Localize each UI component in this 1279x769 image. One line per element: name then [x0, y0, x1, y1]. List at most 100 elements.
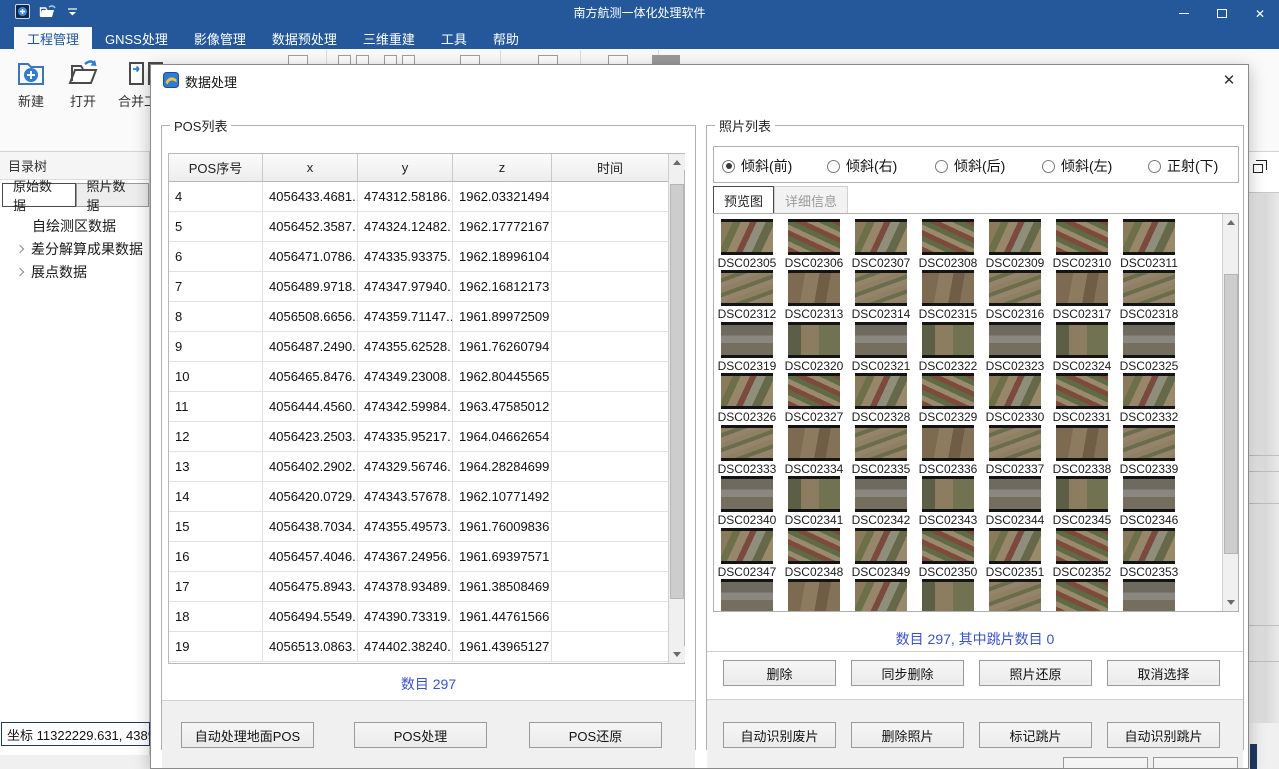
scroll-up-button[interactable]: [1223, 214, 1239, 230]
pos-table-row[interactable]: 64056471.0786...474335.93375...1962.1899…: [169, 242, 684, 272]
photo-cell[interactable]: DSC02346: [1117, 476, 1181, 527]
photo-thumbnail[interactable]: [989, 579, 1041, 612]
ribbon-tab-2[interactable]: GNSS处理: [92, 27, 181, 49]
tree-item-2[interactable]: 差分解算成果数据: [0, 237, 150, 260]
photo-cell[interactable]: DSC02353: [1117, 528, 1181, 579]
photo-cell[interactable]: DSC02332: [1117, 373, 1181, 424]
photo-cell-partial[interactable]: [983, 579, 1047, 612]
pos-button-3[interactable]: POS还原: [529, 722, 662, 748]
photo-thumbnail[interactable]: [1056, 528, 1108, 564]
ribbon-tab-3[interactable]: 影像管理: [181, 27, 259, 49]
photo-thumbnail[interactable]: [1123, 425, 1175, 461]
photo-cell[interactable]: DSC02313: [782, 270, 846, 321]
photo-thumbnail[interactable]: [721, 322, 773, 358]
photo-button-2[interactable]: 同步删除: [851, 660, 964, 686]
photo-tab-1[interactable]: 预览图: [713, 186, 774, 213]
photo-cell-partial[interactable]: [715, 579, 779, 612]
photo-cell[interactable]: DSC02338: [1050, 425, 1114, 476]
photo-cell[interactable]: DSC02306: [782, 219, 846, 270]
photo-thumbnail[interactable]: [788, 476, 840, 512]
photo-cell[interactable]: DSC02339: [1117, 425, 1181, 476]
chevron-right-icon[interactable]: [16, 267, 24, 275]
photo-cell[interactable]: DSC02319: [715, 322, 779, 373]
pos-table-row[interactable]: 164056457.4046...474367.24956...1961.693…: [169, 542, 684, 572]
photo-cell-partial[interactable]: [782, 579, 846, 612]
photo-button-row2-3[interactable]: 标记跳片: [979, 722, 1092, 748]
photo-thumbnail[interactable]: [1123, 270, 1175, 306]
photo-thumbnail[interactable]: [788, 528, 840, 564]
photo-grid-scrollbar[interactable]: [1222, 214, 1238, 611]
pos-table-row[interactable]: 84056508.6656...474359.71147...1961.8997…: [169, 302, 684, 332]
tree-item-1[interactable]: 自绘测区数据: [0, 214, 150, 237]
photo-thumbnail[interactable]: [788, 373, 840, 409]
photo-thumbnail[interactable]: [989, 322, 1041, 358]
photo-cell[interactable]: DSC02352: [1050, 528, 1114, 579]
photo-cell[interactable]: DSC02312: [715, 270, 779, 321]
photo-thumbnail[interactable]: [1123, 579, 1175, 612]
photo-thumbnail[interactable]: [1123, 373, 1175, 409]
photo-thumbnail[interactable]: [1056, 270, 1108, 306]
photo-cell[interactable]: DSC02311: [1117, 219, 1181, 270]
photo-thumbnail[interactable]: [721, 373, 773, 409]
photo-cell[interactable]: DSC02343: [916, 476, 980, 527]
photo-thumbnail[interactable]: [989, 270, 1041, 306]
photo-cell[interactable]: DSC02331: [1050, 373, 1114, 424]
pos-table-row[interactable]: 44056433.4681...474312.58186...1962.0332…: [169, 182, 684, 212]
sidebar-tab-2[interactable]: 照片数据: [76, 183, 150, 207]
photo-cell[interactable]: DSC02316: [983, 270, 1047, 321]
photo-cell[interactable]: DSC02323: [983, 322, 1047, 373]
toolbar-button-1[interactable]: 新建: [10, 55, 52, 112]
pos-table-row[interactable]: 134056402.2902...474329.56746...1964.282…: [169, 452, 684, 482]
photo-thumbnail[interactable]: [1056, 476, 1108, 512]
photo-cell[interactable]: DSC02324: [1050, 322, 1114, 373]
photo-cell[interactable]: DSC02347: [715, 528, 779, 579]
scroll-down-button[interactable]: [669, 646, 685, 662]
photo-cell[interactable]: DSC02315: [916, 270, 980, 321]
pos-table-row[interactable]: 114056444.4560...474342.59984...1963.475…: [169, 392, 684, 422]
photo-cell[interactable]: DSC02321: [849, 322, 913, 373]
photo-cell-partial[interactable]: [1050, 579, 1114, 612]
scrollbar-thumb[interactable]: [1224, 274, 1238, 554]
photo-cell[interactable]: DSC02349: [849, 528, 913, 579]
photo-thumbnail[interactable]: [922, 219, 974, 255]
camera-angle-radio-5[interactable]: 正射(下): [1148, 156, 1218, 176]
pos-table-row[interactable]: 104056465.8476...474349.23008...1962.804…: [169, 362, 684, 392]
photo-thumbnail[interactable]: [788, 219, 840, 255]
photo-thumbnail[interactable]: [855, 322, 907, 358]
photo-thumbnail[interactable]: [721, 579, 773, 612]
maximize-button[interactable]: [1203, 0, 1241, 27]
photo-thumbnail[interactable]: [855, 219, 907, 255]
photo-thumbnail[interactable]: [1056, 579, 1108, 612]
photo-thumbnail[interactable]: [922, 373, 974, 409]
toolbar-button-2[interactable]: 打开: [62, 55, 104, 112]
ribbon-tab-7[interactable]: 帮助: [480, 27, 532, 49]
photo-button-3[interactable]: 照片还原: [979, 660, 1092, 686]
photo-thumbnail[interactable]: [721, 528, 773, 564]
photo-thumbnail[interactable]: [1056, 425, 1108, 461]
sidebar-tab-1[interactable]: 原始数据: [2, 183, 76, 207]
photo-button-4[interactable]: 取消选择: [1107, 660, 1220, 686]
photo-thumbnail[interactable]: [1056, 373, 1108, 409]
pos-button-1[interactable]: 自动处理地面POS: [181, 722, 314, 748]
scroll-up-button[interactable]: [669, 154, 685, 170]
photo-cell[interactable]: DSC02337: [983, 425, 1047, 476]
photo-cell[interactable]: DSC02318: [1117, 270, 1181, 321]
ribbon-tab-6[interactable]: 工具: [428, 27, 480, 49]
ribbon-tab-4[interactable]: 数据预处理: [259, 27, 350, 49]
photo-cell[interactable]: DSC02310: [1050, 219, 1114, 270]
photo-cell[interactable]: DSC02320: [782, 322, 846, 373]
photo-cell[interactable]: DSC02327: [782, 373, 846, 424]
pos-table-row[interactable]: 184056494.5549...474390.73319...1961.447…: [169, 602, 684, 632]
photo-cell[interactable]: DSC02350: [916, 528, 980, 579]
photo-thumbnail[interactable]: [788, 579, 840, 612]
photo-cell[interactable]: DSC02351: [983, 528, 1047, 579]
photo-cell-partial[interactable]: [916, 579, 980, 612]
photo-thumbnail[interactable]: [989, 528, 1041, 564]
ribbon-tab-1[interactable]: 工程管理: [14, 27, 92, 49]
photo-thumbnail[interactable]: [721, 476, 773, 512]
photo-cell[interactable]: DSC02330: [983, 373, 1047, 424]
pos-table-scrollbar[interactable]: [668, 154, 684, 663]
photo-thumbnail[interactable]: [922, 322, 974, 358]
photo-thumbnail[interactable]: [922, 425, 974, 461]
scroll-down-button[interactable]: [1223, 594, 1239, 610]
